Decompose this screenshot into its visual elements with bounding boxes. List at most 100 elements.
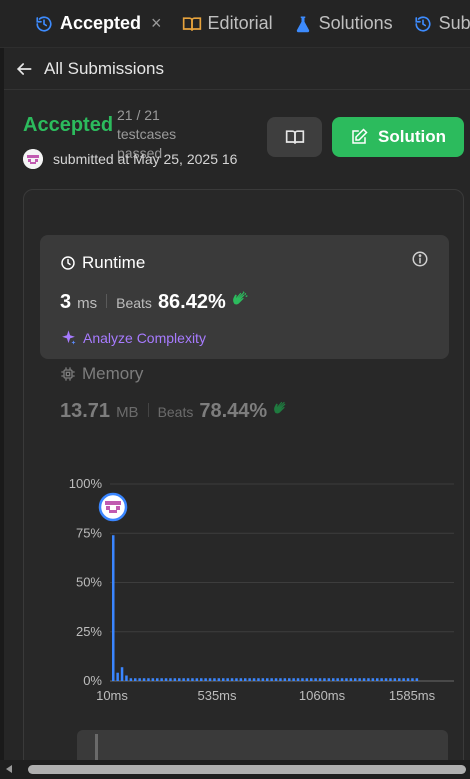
chart-bar: [182, 678, 185, 681]
history-icon: [34, 14, 54, 34]
chart-bar: [204, 678, 207, 681]
book-icon: [182, 14, 202, 34]
tab-editorial[interactable]: Editorial: [172, 0, 283, 47]
tab-label: Accepted: [60, 13, 142, 33]
avatar-pattern: [109, 510, 117, 513]
your-submission-marker: [98, 492, 128, 522]
chart-bar: [345, 678, 348, 681]
beats-label: Beats: [116, 295, 152, 311]
memory-value-row: 13.71 MB Beats 78.44%: [60, 399, 291, 423]
chart-bar: [173, 678, 177, 681]
submitted-info: submitted at May 25, 2025 16: [23, 149, 249, 169]
scroll-left-icon[interactable]: [6, 765, 12, 773]
chart-bar: [138, 678, 141, 681]
chart-bar: [164, 678, 168, 681]
runtime-percent: 86.42%: [157, 291, 226, 313]
divider: [106, 294, 108, 308]
tab-label: Subm: [438, 13, 470, 33]
y-tick-label: 25%: [76, 624, 102, 639]
chart-bar: [274, 678, 278, 681]
avatar[interactable]: [23, 149, 43, 169]
runtime-title: Runtime: [60, 253, 145, 273]
tab-label: Solutions: [318, 13, 393, 33]
chart-bar: [230, 678, 234, 681]
runtime-card[interactable]: Runtime 3 ms Beats 86.42% Analyze Comple…: [40, 235, 449, 359]
sparkle-icon: [62, 330, 76, 345]
memory-label: Memory: [82, 364, 144, 383]
analyze-label: Analyze Complexity: [83, 329, 206, 346]
chart-bar: [292, 678, 295, 681]
chart-bar: [398, 678, 401, 681]
chart-bar: [301, 678, 304, 681]
chart-bar: [296, 678, 300, 681]
back-to-submissions[interactable]: All Submissions: [4, 48, 470, 90]
y-tick-label: 50%: [76, 575, 102, 590]
chart-bar: [257, 678, 260, 681]
chart-bar: [349, 678, 353, 681]
chart-bar: [367, 678, 370, 681]
memory-percent: 78.44%: [199, 400, 268, 422]
chart-bar: [222, 678, 225, 681]
range-handle[interactable]: [95, 734, 98, 760]
chart-bar: [314, 678, 317, 681]
submission-status: Accepted: [23, 114, 114, 136]
tab-solutions[interactable]: Solutions: [283, 0, 403, 47]
tab-submissions[interactable]: Subm: [403, 0, 470, 47]
y-tick-label: 0%: [83, 673, 102, 688]
x-tick-label: 1585ms: [389, 688, 436, 703]
chart-bar: [125, 675, 128, 681]
scroll-thumb[interactable]: [28, 765, 466, 774]
chart-bar: [336, 678, 339, 681]
chart-bar: [129, 678, 133, 681]
tab-accepted[interactable]: Accepted ×: [24, 0, 172, 47]
chart-bar: [393, 678, 397, 681]
info-icon[interactable]: [411, 250, 429, 268]
close-icon[interactable]: ×: [151, 13, 162, 34]
chart-bar: [112, 535, 115, 681]
chart-bar: [134, 678, 137, 681]
chart-bar: [327, 678, 331, 681]
chart-bar: [142, 678, 146, 681]
chart-bar: [362, 678, 366, 681]
submitted-text: submitted at May 25, 2025 16: [53, 151, 238, 167]
runtime-label: Runtime: [82, 253, 146, 272]
back-label: All Submissions: [44, 58, 164, 78]
chart-bar: [156, 678, 159, 681]
horizontal-scrollbar[interactable]: [0, 760, 470, 779]
tab-bar: Accepted × Editorial Solutions Subm: [0, 0, 470, 48]
chart-bar: [340, 678, 344, 681]
tab-label: Editorial: [207, 13, 273, 33]
chart-bar: [415, 678, 419, 681]
x-tick-label: 535ms: [197, 688, 237, 703]
chart-bar: [248, 678, 251, 681]
runtime-distribution-chart[interactable]: 100% 75% 50% 25% 0%10ms 535ms 1060ms 1585ms: [48, 472, 458, 712]
runtime-value: 3: [60, 291, 72, 313]
chart-bar: [318, 678, 322, 681]
analyze-complexity-link[interactable]: Analyze Complexity: [60, 329, 206, 346]
chart-bar: [305, 678, 309, 681]
history-icon: [413, 14, 433, 34]
chart-bar: [160, 678, 163, 681]
chart-bar: [402, 678, 405, 681]
editorial-button[interactable]: [267, 117, 322, 157]
chart-bar: [389, 678, 392, 681]
edit-icon: [352, 128, 368, 144]
chart-bar: [226, 678, 229, 681]
chart-bar: [208, 678, 212, 681]
clock-icon: [61, 256, 75, 270]
chart-bar: [371, 678, 375, 681]
y-tick-label: 100%: [69, 476, 103, 491]
avatar-pattern: [106, 506, 110, 510]
solution-button[interactable]: Solution: [332, 117, 464, 157]
chart-bar: [310, 678, 313, 681]
submission-panel: All Submissions Accepted 21 / 21 testcas…: [4, 48, 470, 779]
chart-bar: [239, 678, 243, 681]
chart-bar: [235, 678, 238, 681]
chart-bar: [406, 678, 410, 681]
chart-bar: [266, 678, 269, 681]
chart-bar: [261, 678, 265, 681]
chart-bar: [244, 678, 247, 681]
chart-bar: [200, 678, 203, 681]
memory-title[interactable]: Memory: [60, 364, 143, 384]
chart-bar: [252, 678, 256, 681]
